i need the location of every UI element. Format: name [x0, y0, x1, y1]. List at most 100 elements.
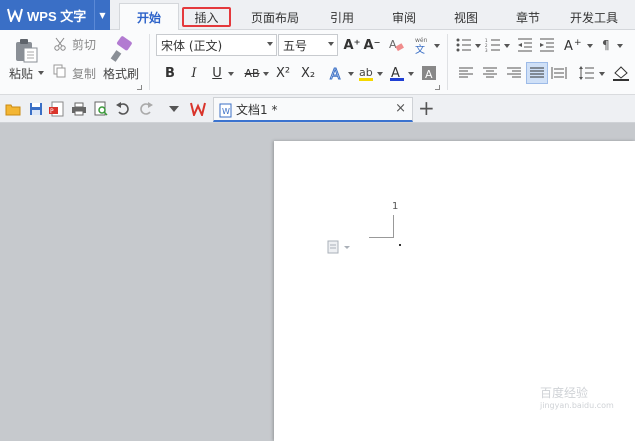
open-folder-icon[interactable] — [4, 100, 22, 118]
grow-font-label: A⁺ — [343, 37, 361, 53]
font-size-select[interactable]: 五号 — [278, 34, 338, 56]
export-pdf-icon[interactable]: P — [48, 100, 66, 118]
tab-developer[interactable]: 开发工具 — [563, 6, 625, 28]
show-marks-dropdown-icon[interactable] — [617, 44, 623, 48]
underline-button[interactable]: U — [207, 63, 227, 83]
font-color-dropdown-icon[interactable] — [408, 72, 414, 76]
font-color-icon[interactable]: A — [387, 63, 407, 83]
italic-label: I — [191, 65, 197, 81]
svg-text:wén: wén — [415, 37, 428, 44]
tab-insert[interactable]: 插入 — [182, 7, 231, 27]
undo-icon[interactable] — [114, 100, 132, 118]
document-icon: W — [218, 102, 232, 118]
tab-home[interactable]: 开始 — [119, 3, 179, 31]
app-menu-dropdown-icon[interactable]: ▼ — [94, 0, 110, 30]
margin-corner-mark — [369, 237, 394, 238]
new-tab-icon[interactable]: + — [418, 96, 435, 120]
clipboard-launcher-icon[interactable] — [137, 85, 142, 90]
bullet-list-dropdown-icon[interactable] — [475, 44, 481, 48]
svg-text:A: A — [564, 39, 573, 54]
phonetic-guide-icon[interactable]: wén 文 — [411, 34, 433, 56]
app-menu-button[interactable]: WPS 文字 ▼ — [0, 0, 110, 30]
svg-text:+: + — [574, 38, 582, 48]
save-icon[interactable] — [27, 100, 45, 118]
tab-chapter[interactable]: 章节 — [506, 6, 550, 28]
grow-font-button[interactable]: A⁺ — [342, 35, 362, 55]
distributed-align-icon[interactable] — [550, 65, 568, 81]
menu-bar: WPS 文字 ▼ 开始 插入 页面布局 引用 审阅 视图 章节 开发工具 — [0, 0, 635, 31]
show-marks-icon[interactable]: ¶ — [598, 36, 616, 54]
italic-button[interactable]: I — [184, 63, 204, 83]
numbered-list-dropdown-icon[interactable] — [504, 44, 510, 48]
svg-text:¶: ¶ — [602, 38, 610, 52]
font-name-select[interactable]: 宋体 (正文) — [156, 34, 277, 56]
paragraph-layout-icon[interactable] — [326, 239, 354, 255]
bold-button[interactable]: B — [160, 63, 180, 83]
scissors-icon[interactable] — [52, 36, 68, 52]
font-launcher-icon[interactable] — [435, 85, 440, 90]
increase-indent-icon[interactable] — [538, 36, 556, 54]
tab-view[interactable]: 视图 — [444, 6, 488, 28]
clear-format-icon[interactable]: A — [387, 36, 405, 54]
margin-corner-mark — [393, 215, 394, 237]
print-icon[interactable] — [70, 100, 88, 118]
subscript-button[interactable]: X₂ — [297, 63, 319, 83]
highlight-icon[interactable]: ab — [356, 63, 376, 83]
svg-text:3: 3 — [485, 48, 488, 52]
copy-icon[interactable] — [52, 63, 68, 79]
shading-icon[interactable] — [611, 64, 631, 82]
char-shading-icon[interactable]: A — [420, 64, 438, 82]
svg-text:A: A — [389, 38, 397, 51]
highlight-dropdown-icon[interactable] — [377, 72, 383, 76]
print-preview-icon[interactable] — [92, 100, 110, 118]
tab-review[interactable]: 审阅 — [382, 6, 426, 28]
bold-label: B — [165, 65, 175, 81]
paste-dropdown-icon[interactable] — [38, 71, 44, 75]
shrink-font-button[interactable]: A⁻ — [362, 35, 382, 55]
watermark-sub: jingyan.baidu.com — [540, 401, 614, 410]
paste-icon[interactable] — [12, 36, 40, 64]
ribbon: 粘贴 剪切 复制 格式刷 宋体 (正文) 五号 A⁺ A⁻ A wén 文 B I… — [0, 30, 635, 95]
font-name-value: 宋体 (正文) — [161, 38, 223, 53]
format-painter-label[interactable]: 格式刷 — [103, 65, 139, 82]
align-center-icon[interactable] — [481, 65, 499, 81]
close-tab-icon[interactable]: × — [395, 101, 406, 116]
subscript-label: X₂ — [300, 65, 316, 81]
app-title: WPS 文字 — [27, 8, 87, 24]
superscript-button[interactable]: X² — [272, 63, 294, 83]
strikethrough-label: AB — [244, 66, 260, 80]
justify-icon[interactable] — [526, 62, 548, 84]
quick-access-toolbar: P W 文档1 * × + — [0, 95, 635, 123]
align-right-icon[interactable] — [505, 65, 523, 81]
numbered-list-icon[interactable]: 123 — [484, 36, 502, 54]
underline-dropdown-icon[interactable] — [228, 72, 234, 76]
change-case-dropdown-icon[interactable] — [587, 44, 593, 48]
paste-label[interactable]: 粘贴 — [9, 65, 33, 82]
customize-toolbar-icon[interactable] — [165, 100, 183, 118]
wps-logo-icon — [6, 6, 24, 24]
format-painter-icon[interactable] — [109, 35, 135, 63]
phonetic-dropdown-icon[interactable] — [434, 44, 440, 48]
text-effect-dropdown-icon[interactable] — [348, 72, 354, 76]
wps-home-icon[interactable] — [189, 100, 207, 118]
watermark: 百度经验 jingyan.baidu.com — [540, 384, 614, 410]
document-tab-name: 文档1 * — [236, 102, 278, 117]
line-spacing-dropdown-icon[interactable] — [599, 72, 605, 76]
decrease-indent-icon[interactable] — [516, 36, 534, 54]
strikethrough-dropdown-icon[interactable] — [263, 72, 269, 76]
bullet-list-icon[interactable] — [455, 36, 473, 54]
copy-label[interactable]: 复制 — [72, 65, 96, 82]
tab-references[interactable]: 引用 — [320, 6, 364, 28]
svg-text:A: A — [425, 68, 433, 81]
document-tab[interactable]: W 文档1 * × — [213, 97, 413, 122]
svg-text:P: P — [50, 108, 54, 115]
strikethrough-button[interactable]: AB — [240, 63, 264, 83]
change-case-icon[interactable]: A + — [562, 35, 586, 55]
tab-page-layout[interactable]: 页面布局 — [245, 6, 305, 28]
redo-icon[interactable] — [137, 100, 155, 118]
text-effect-icon[interactable]: A — [327, 63, 347, 83]
cut-label[interactable]: 剪切 — [72, 36, 96, 53]
align-left-icon[interactable] — [457, 65, 475, 81]
page-number: 1 — [392, 201, 399, 212]
line-spacing-icon[interactable] — [578, 65, 596, 81]
